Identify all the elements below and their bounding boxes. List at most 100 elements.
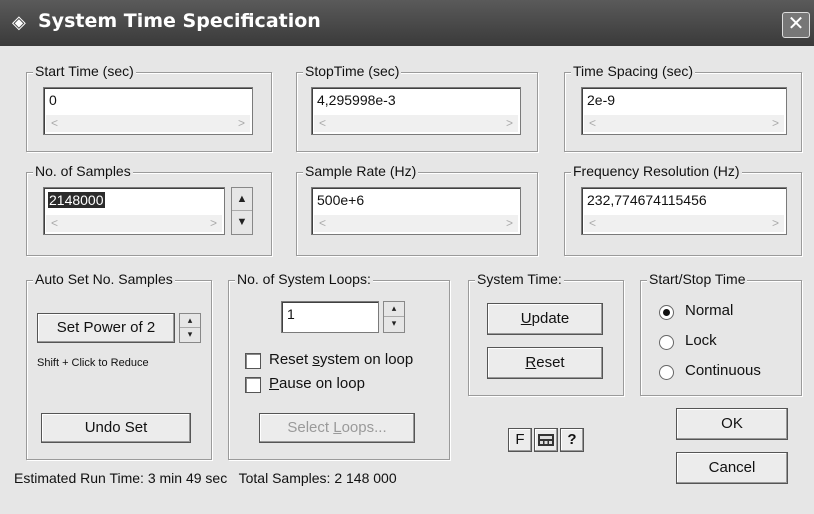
scroll-right-icon[interactable]: > bbox=[501, 215, 518, 232]
stop-time-group: StopTime (sec) 4,295998e-3 < > bbox=[296, 63, 538, 152]
start-time-input[interactable]: 0 < > bbox=[43, 87, 253, 135]
spin-down-icon[interactable]: ▼ bbox=[232, 211, 252, 234]
system-time-group: System Time: Update Reset bbox=[468, 271, 624, 396]
start-time-label: Start Time (sec) bbox=[33, 63, 136, 79]
scroll-right-icon[interactable]: > bbox=[501, 115, 518, 132]
continuous-radio[interactable] bbox=[659, 365, 674, 380]
reduce-hint: Shift + Click to Reduce bbox=[37, 357, 149, 369]
spin-down-icon[interactable]: ▾ bbox=[384, 317, 404, 332]
help-icon: ? bbox=[567, 431, 577, 448]
scroll-left-icon[interactable]: < bbox=[314, 115, 331, 132]
sample-rate-label: Sample Rate (Hz) bbox=[303, 163, 419, 179]
num-samples-spinner[interactable]: ▲ ▼ bbox=[231, 187, 253, 235]
num-samples-scrollbar[interactable]: < > bbox=[46, 215, 222, 232]
spin-up-icon[interactable]: ▴ bbox=[180, 314, 200, 328]
time-spacing-value: 2e-9 bbox=[587, 92, 616, 108]
power-spinner[interactable]: ▴ ▾ bbox=[179, 313, 201, 343]
pause-on-loop-checkbox[interactable] bbox=[245, 377, 261, 393]
update-label: Update bbox=[520, 310, 570, 327]
reset-system-label: Reset system on loop bbox=[269, 351, 414, 368]
sample-rate-value: 500e+6 bbox=[317, 192, 365, 208]
close-icon: ✕ bbox=[787, 13, 805, 35]
set-power-label: Set Power of 2 bbox=[56, 319, 156, 336]
time-spacing-label: Time Spacing (sec) bbox=[571, 63, 696, 79]
cancel-label: Cancel bbox=[708, 459, 756, 476]
auto-set-group: Auto Set No. Samples Set Power of 2 ▴ ▾ … bbox=[26, 271, 212, 460]
f-button[interactable]: F bbox=[508, 428, 532, 452]
scroll-right-icon[interactable]: > bbox=[205, 215, 222, 232]
total-samples-text: Total Samples: 2 148 000 bbox=[238, 470, 397, 486]
stop-time-input[interactable]: 4,295998e-3 < > bbox=[311, 87, 521, 135]
sample-rate-group: Sample Rate (Hz) 500e+6 < > bbox=[296, 163, 538, 256]
system-loops-group: No. of System Loops: 1 ▴ ▾ Reset system … bbox=[228, 271, 450, 460]
calculator-button[interactable] bbox=[534, 428, 558, 452]
calculator-icon bbox=[538, 434, 554, 446]
pause-on-loop-label: Pause on loop bbox=[269, 375, 365, 392]
status-bar: Estimated Run Time: 3 min 49 sec Total S… bbox=[14, 470, 397, 486]
spin-down-icon[interactable]: ▾ bbox=[180, 328, 200, 342]
scroll-right-icon[interactable]: > bbox=[233, 115, 250, 132]
select-loops-label: Select Loops... bbox=[287, 419, 387, 436]
scroll-left-icon[interactable]: < bbox=[46, 215, 63, 232]
run-time-text: Estimated Run Time: 3 min 49 sec bbox=[14, 470, 228, 486]
start-time-scrollbar[interactable]: < > bbox=[46, 115, 250, 132]
undo-set-label: Undo Set bbox=[84, 419, 148, 436]
set-power-of-2-button[interactable]: Set Power of 2 bbox=[37, 313, 175, 343]
continuous-label: Continuous bbox=[685, 362, 761, 379]
window-title: System Time Specification bbox=[38, 10, 321, 32]
scroll-left-icon[interactable]: < bbox=[314, 215, 331, 232]
f-label: F bbox=[515, 431, 525, 448]
stop-time-value: 4,295998e-3 bbox=[317, 92, 396, 108]
time-spacing-group: Time Spacing (sec) 2e-9 < > bbox=[564, 63, 802, 152]
freq-res-value: 232,774674115456 bbox=[587, 192, 707, 208]
num-samples-label: No. of Samples bbox=[33, 163, 133, 179]
num-samples-value: 2148000 bbox=[48, 192, 105, 208]
start-stop-label: Start/Stop Time bbox=[647, 271, 748, 287]
system-loops-label: No. of System Loops: bbox=[235, 271, 373, 287]
title-bar: ◈ System Time Specification ✕ bbox=[0, 0, 814, 46]
close-button[interactable]: ✕ bbox=[782, 12, 810, 38]
reset-system-checkbox[interactable] bbox=[245, 353, 261, 369]
freq-res-label: Frequency Resolution (Hz) bbox=[571, 163, 742, 179]
update-button[interactable]: Update bbox=[487, 303, 603, 335]
select-loops-button[interactable]: Select Loops... bbox=[259, 413, 415, 443]
scroll-left-icon[interactable]: < bbox=[46, 115, 63, 132]
freq-res-scrollbar[interactable]: < > bbox=[584, 215, 784, 232]
scroll-left-icon[interactable]: < bbox=[584, 215, 601, 232]
sample-rate-scrollbar[interactable]: < > bbox=[314, 215, 518, 232]
time-spacing-scrollbar[interactable]: < > bbox=[584, 115, 784, 132]
start-time-value: 0 bbox=[49, 92, 57, 108]
loops-input[interactable]: 1 bbox=[281, 301, 379, 333]
spin-up-icon[interactable]: ▴ bbox=[384, 302, 404, 317]
ok-label: OK bbox=[721, 415, 743, 432]
lock-label: Lock bbox=[685, 332, 717, 349]
sample-rate-input[interactable]: 500e+6 < > bbox=[311, 187, 521, 235]
scroll-right-icon[interactable]: > bbox=[767, 215, 784, 232]
start-stop-group: Start/Stop Time Normal Lock Continuous bbox=[640, 271, 802, 396]
scroll-left-icon[interactable]: < bbox=[584, 115, 601, 132]
reset-label: Reset bbox=[525, 354, 565, 371]
help-button[interactable]: ? bbox=[560, 428, 584, 452]
stop-time-scrollbar[interactable]: < > bbox=[314, 115, 518, 132]
stop-time-label: StopTime (sec) bbox=[303, 63, 402, 79]
spin-up-icon[interactable]: ▲ bbox=[232, 188, 252, 211]
num-samples-input[interactable]: 2148000 < > bbox=[43, 187, 225, 235]
reset-button[interactable]: Reset bbox=[487, 347, 603, 379]
start-time-group: Start Time (sec) 0 < > bbox=[26, 63, 272, 152]
loops-spinner[interactable]: ▴ ▾ bbox=[383, 301, 405, 333]
num-samples-group: No. of Samples 2148000 < > ▲ ▼ bbox=[26, 163, 272, 256]
system-time-label: System Time: bbox=[475, 271, 564, 287]
ok-button[interactable]: OK bbox=[676, 408, 788, 440]
scroll-right-icon[interactable]: > bbox=[767, 115, 784, 132]
diamond-icon: ◈ bbox=[12, 12, 26, 32]
normal-radio[interactable] bbox=[659, 305, 674, 320]
cancel-button[interactable]: Cancel bbox=[676, 452, 788, 484]
lock-radio[interactable] bbox=[659, 335, 674, 350]
auto-set-label: Auto Set No. Samples bbox=[33, 271, 175, 287]
time-spacing-input[interactable]: 2e-9 < > bbox=[581, 87, 787, 135]
undo-set-button[interactable]: Undo Set bbox=[41, 413, 191, 443]
freq-res-group: Frequency Resolution (Hz) 232,7746741154… bbox=[564, 163, 802, 256]
loops-value: 1 bbox=[287, 306, 295, 322]
normal-label: Normal bbox=[685, 302, 734, 319]
freq-res-input[interactable]: 232,774674115456 < > bbox=[581, 187, 787, 235]
